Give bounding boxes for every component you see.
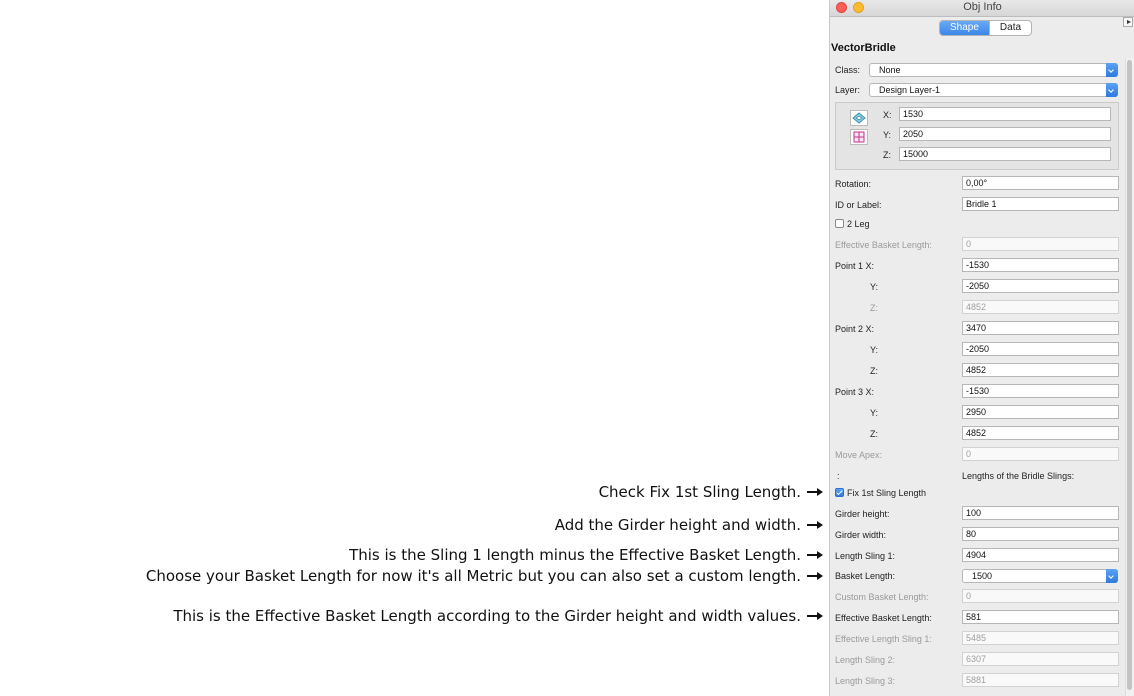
point1-x-label: Point 1 X: [835,261,875,271]
rotation-label: Rotation: [835,179,872,189]
separator-colon: : [837,471,840,481]
arrow-right-icon [807,611,823,621]
point1-y-label: Y: [870,282,879,292]
id-label: ID or Label: [835,200,882,210]
class-label: Class: [835,65,861,75]
length-sling2-label: Length Sling 2: [835,655,896,665]
plan-view-icon[interactable] [850,110,868,126]
point2-y-input[interactable]: -2050 [962,342,1119,356]
basket-length-value: 1500 [972,571,993,581]
tab-bar: Shape Data [939,20,1033,36]
girder-height-input[interactable]: 100 [962,506,1119,520]
point3-x-input[interactable]: -1530 [962,384,1119,398]
layer-select-value: Design Layer-1 [879,85,941,95]
arrow-right-icon [807,550,823,560]
arrow-right-icon [807,520,823,530]
annotation-text: Choose your Basket Length for now it's a… [145,567,801,585]
point1-z-label: Z: [870,303,878,313]
point2-x-label: Point 2 X: [835,324,875,334]
two-leg-label: 2 Leg [847,219,870,229]
arrow-right-icon [807,487,823,497]
window-title: Obj Info [963,1,1002,13]
point1-z-input[interactable]: 4852 [962,300,1119,314]
annotation-text: This is the Effective Basket Length acco… [173,607,801,625]
basket-length-select[interactable]: 1500 [962,569,1118,583]
id-input[interactable]: Bridle 1 [962,197,1119,211]
effective-basket-length-label: Effective Basket Length: [835,613,932,623]
length-sling1-label: Length Sling 1: [835,551,896,561]
chevron-down-icon [1106,63,1118,77]
tab-shape[interactable]: Shape [940,21,989,35]
two-leg-checkbox[interactable] [835,219,844,228]
annotation-fix-sling: Check Fix 1st Sling Length. [599,482,823,502]
basket-length-label: Basket Length: [835,571,896,581]
move-apex-label: Move Apex: [835,450,883,460]
obj-info-palette: Obj Info Shape Data VectorBridle Class: … [829,0,1134,696]
z-label: Z: [883,150,891,160]
point3-y-label: Y: [870,408,879,418]
lengths-heading: Lengths of the Bridle Slings: [962,471,1075,481]
custom-basket-length-label: Custom Basket Length: [835,592,929,602]
effective-basket-length-label-top: Effective Basket Length: [835,240,932,250]
fix-sling-checkbox[interactable] [835,488,844,497]
length-sling3-label: Length Sling 3: [835,676,896,686]
layer-select[interactable]: Design Layer-1 [869,83,1118,97]
layer-label: Layer: [835,85,861,95]
chevron-down-icon [1106,569,1118,583]
annotation-basket: Choose your Basket Length for now it's a… [146,566,823,586]
point2-x-input[interactable]: 3470 [962,321,1119,335]
girder-height-label: Girder height: [835,509,890,519]
effective-length-sling1-label: Effective Length Sling 1: [835,634,932,644]
elevation-view-icon[interactable] [850,129,868,145]
annotation-effective-basket: This is the Effective Basket Length acco… [173,606,823,626]
point1-y-input[interactable]: -2050 [962,279,1119,293]
point2-z-input[interactable]: 4852 [962,363,1119,377]
object-name: VectorBridle [831,42,896,54]
annotation-text: This is the Sling 1 length minus the Eff… [349,546,801,564]
point1-x-input[interactable]: -1530 [962,258,1119,272]
arrow-right-icon [807,571,823,581]
class-select[interactable]: None [869,63,1118,77]
effective-basket-length-input-top[interactable]: 0 [962,237,1119,251]
z-input[interactable]: 15000 [899,147,1111,161]
fix-sling-label: Fix 1st Sling Length [847,488,927,498]
annotation-text: Add the Girder height and width. [554,516,801,534]
girder-width-label: Girder width: [835,530,887,540]
point2-z-label: Z: [870,366,878,376]
y-input[interactable]: 2050 [899,127,1111,141]
point2-y-label: Y: [870,345,879,355]
annotation-girder: Add the Girder height and width. [555,515,823,535]
effective-length-sling1-input[interactable]: 5485 [962,631,1119,645]
point3-z-input[interactable]: 4852 [962,426,1119,440]
expand-arrow-icon[interactable] [1123,17,1133,27]
class-select-value: None [879,65,901,75]
point3-y-input[interactable]: 2950 [962,405,1119,419]
point3-x-label: Point 3 X: [835,387,875,397]
effective-basket-length-input[interactable]: 581 [962,610,1119,624]
length-sling1-input[interactable]: 4904 [962,548,1119,562]
move-apex-input[interactable]: 0 [962,447,1119,461]
length-sling3-input[interactable]: 5881 [962,673,1119,687]
rotation-input[interactable]: 0,00° [962,176,1119,190]
vertical-scrollbar[interactable] [1125,58,1134,696]
x-input[interactable]: 1530 [899,107,1111,121]
custom-basket-length-input[interactable]: 0 [962,589,1119,603]
tab-data[interactable]: Data [988,21,1031,35]
chevron-down-icon [1106,83,1118,97]
girder-width-input[interactable]: 80 [962,527,1119,541]
scrollbar-thumb[interactable] [1127,60,1132,690]
annotation-sling1: This is the Sling 1 length minus the Eff… [349,545,823,565]
position-group: X: 1530 Y: 2050 Z: 15000 [835,102,1119,170]
point3-z-label: Z: [870,429,878,439]
annotation-text: Check Fix 1st Sling Length. [598,483,801,501]
title-bar[interactable]: Obj Info [830,0,1134,17]
x-label: X: [883,110,892,120]
y-label: Y: [883,130,892,140]
length-sling2-input[interactable]: 6307 [962,652,1119,666]
